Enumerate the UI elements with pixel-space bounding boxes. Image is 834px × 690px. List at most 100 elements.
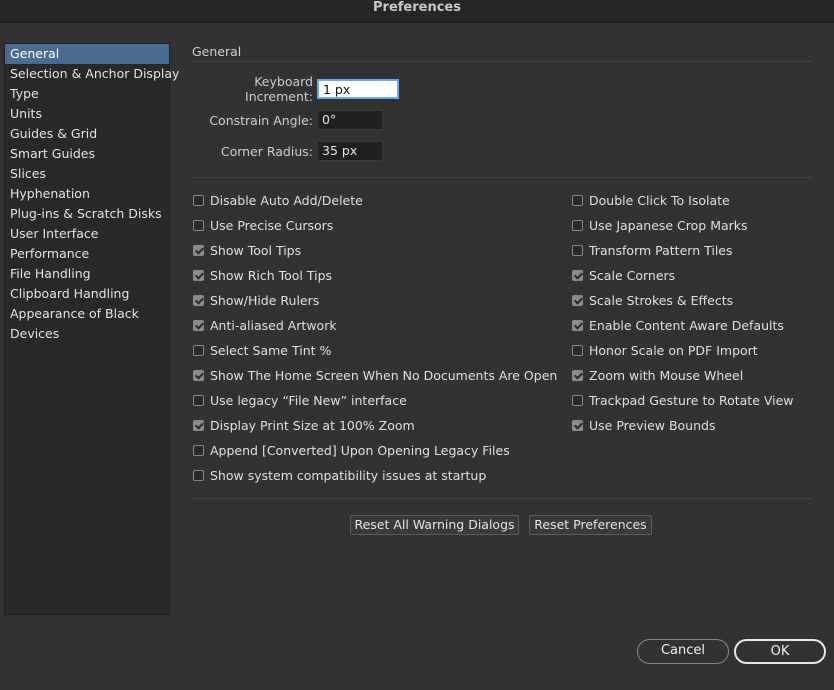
option-trackpad-gesture-to-rotate-view[interactable]: Trackpad Gesture to Rotate View bbox=[572, 391, 794, 409]
checkbox[interactable] bbox=[193, 269, 204, 281]
checkbox[interactable] bbox=[193, 394, 204, 406]
fields-divider bbox=[192, 177, 812, 178]
checkbox[interactable] bbox=[572, 244, 583, 256]
constrain-angle-row: Constrain Angle: 0° bbox=[192, 110, 383, 130]
corner-radius-input[interactable]: 35 px bbox=[317, 141, 383, 161]
sidebar-item-guides-grid[interactable]: Guides & Grid bbox=[5, 124, 169, 144]
option-display-print-size-at-100-zoom[interactable]: Display Print Size at 100% Zoom bbox=[193, 416, 415, 434]
corner-radius-label: Corner Radius: bbox=[220, 143, 313, 159]
sidebar-item-general[interactable]: General bbox=[5, 44, 169, 64]
sidebar-item-units[interactable]: Units bbox=[5, 104, 169, 124]
sidebar-item-clipboard-handling[interactable]: Clipboard Handling bbox=[5, 284, 169, 304]
checkbox[interactable] bbox=[193, 319, 204, 331]
checkbox-label: Anti-aliased Artwork bbox=[210, 317, 337, 333]
sidebar-item-performance[interactable]: Performance bbox=[5, 244, 169, 264]
keyboard-increment-row: Keyboard Increment: 1 px bbox=[192, 74, 399, 104]
sidebar-item-user-interface[interactable]: User Interface bbox=[5, 224, 169, 244]
sidebar-item-slices[interactable]: Slices bbox=[5, 164, 169, 184]
option-show-tool-tips[interactable]: Show Tool Tips bbox=[193, 241, 301, 259]
option-select-same-tint[interactable]: Select Same Tint % bbox=[193, 341, 331, 359]
option-disable-auto-add-delete[interactable]: Disable Auto Add/Delete bbox=[193, 191, 363, 209]
checkbox[interactable] bbox=[572, 294, 583, 306]
checkbox[interactable] bbox=[193, 469, 204, 481]
checkbox[interactable] bbox=[572, 394, 583, 406]
option-use-legacy-file-new-interface[interactable]: Use legacy “File New” interface bbox=[193, 391, 407, 409]
option-show-the-home-screen-when-no-documents-are-open[interactable]: Show The Home Screen When No Documents A… bbox=[193, 366, 557, 384]
section-divider bbox=[192, 61, 812, 62]
checkbox[interactable] bbox=[572, 319, 583, 331]
option-double-click-to-isolate[interactable]: Double Click To Isolate bbox=[572, 191, 730, 209]
checkbox[interactable] bbox=[572, 419, 583, 431]
constrain-angle-label: Constrain Angle: bbox=[209, 112, 313, 128]
option-scale-strokes-effects[interactable]: Scale Strokes & Effects bbox=[572, 291, 733, 309]
checkbox[interactable] bbox=[572, 219, 583, 231]
checkbox[interactable] bbox=[193, 444, 204, 456]
checkbox-label: Disable Auto Add/Delete bbox=[210, 192, 363, 208]
sidebar-item-type[interactable]: Type bbox=[5, 84, 169, 104]
option-scale-corners[interactable]: Scale Corners bbox=[572, 266, 675, 284]
checkbox-label: Use Preview Bounds bbox=[589, 417, 716, 433]
window-title: Preferences bbox=[0, 0, 834, 23]
checkbox-label: Use legacy “File New” interface bbox=[210, 392, 407, 408]
options-divider bbox=[192, 498, 812, 499]
checkbox[interactable] bbox=[572, 344, 583, 356]
checkbox-label: Double Click To Isolate bbox=[589, 192, 730, 208]
checkbox[interactable] bbox=[193, 294, 204, 306]
section-title: General bbox=[192, 44, 242, 59]
checkbox-label: Zoom with Mouse Wheel bbox=[589, 367, 744, 383]
reset-warning-dialogs-button[interactable]: Reset All Warning Dialogs bbox=[350, 515, 519, 535]
checkbox[interactable] bbox=[193, 194, 204, 206]
checkbox-label: Scale Strokes & Effects bbox=[589, 292, 734, 308]
checkbox[interactable] bbox=[572, 269, 583, 281]
checkbox-label: Display Print Size at 100% Zoom bbox=[210, 417, 415, 433]
checkbox-label: Trackpad Gesture to Rotate View bbox=[589, 392, 794, 408]
checkbox-label: Use Japanese Crop Marks bbox=[589, 217, 748, 233]
checkbox-label: Honor Scale on PDF Import bbox=[589, 342, 758, 358]
option-use-precise-cursors[interactable]: Use Precise Cursors bbox=[193, 216, 333, 234]
sidebar-item-hyphenation[interactable]: Hyphenation bbox=[5, 184, 169, 204]
checkbox-label: Append [Converted] Upon Opening Legacy F… bbox=[210, 442, 510, 458]
option-use-preview-bounds[interactable]: Use Preview Bounds bbox=[572, 416, 715, 434]
checkbox[interactable] bbox=[572, 194, 583, 206]
option-show-system-compatibility-issues-at-startup[interactable]: Show system compatibility issues at star… bbox=[193, 466, 486, 484]
option-enable-content-aware-defaults[interactable]: Enable Content Aware Defaults bbox=[572, 316, 784, 334]
cancel-button[interactable]: Cancel bbox=[637, 639, 729, 664]
option-show-hide-rulers[interactable]: Show/Hide Rulers bbox=[193, 291, 319, 309]
checkbox[interactable] bbox=[193, 344, 204, 356]
checkbox-label: Select Same Tint % bbox=[210, 342, 332, 358]
option-anti-aliased-artwork[interactable]: Anti-aliased Artwork bbox=[193, 316, 337, 334]
checkbox-label: Show The Home Screen When No Documents A… bbox=[210, 367, 558, 383]
option-use-japanese-crop-marks[interactable]: Use Japanese Crop Marks bbox=[572, 216, 748, 234]
option-show-rich-tool-tips[interactable]: Show Rich Tool Tips bbox=[193, 266, 332, 284]
constrain-angle-input[interactable]: 0° bbox=[317, 110, 383, 130]
reset-preferences-button[interactable]: Reset Preferences bbox=[529, 515, 652, 535]
corner-radius-row: Corner Radius: 35 px bbox=[192, 141, 383, 161]
checkbox[interactable] bbox=[193, 219, 204, 231]
sidebar-item-smart-guides[interactable]: Smart Guides bbox=[5, 144, 169, 164]
option-transform-pattern-tiles[interactable]: Transform Pattern Tiles bbox=[572, 241, 733, 259]
checkbox[interactable] bbox=[193, 244, 204, 256]
checkbox-label: Transform Pattern Tiles bbox=[589, 242, 733, 258]
checkbox-label: Show Rich Tool Tips bbox=[210, 267, 333, 283]
checkbox[interactable] bbox=[193, 369, 204, 381]
checkbox[interactable] bbox=[572, 369, 583, 381]
checkbox-label: Show Tool Tips bbox=[210, 242, 302, 258]
sidebar-item-file-handling[interactable]: File Handling bbox=[5, 264, 169, 284]
checkbox-label: Use Precise Cursors bbox=[210, 217, 334, 233]
ok-button[interactable]: OK bbox=[734, 639, 826, 664]
checkbox-label: Show/Hide Rulers bbox=[210, 292, 320, 308]
option-append-converted-upon-opening-legacy-files[interactable]: Append [Converted] Upon Opening Legacy F… bbox=[193, 441, 510, 459]
keyboard-increment-input[interactable]: 1 px bbox=[317, 79, 399, 99]
sidebar-item-plug-ins-scratch-disks[interactable]: Plug-ins & Scratch Disks bbox=[5, 204, 169, 224]
sidebar-item-selection-anchor-display[interactable]: Selection & Anchor Display bbox=[5, 64, 179, 84]
checkbox[interactable] bbox=[193, 419, 204, 431]
sidebar-item-appearance-of-black[interactable]: Appearance of Black bbox=[5, 304, 169, 324]
checkbox-label: Show system compatibility issues at star… bbox=[210, 467, 487, 483]
option-zoom-with-mouse-wheel[interactable]: Zoom with Mouse Wheel bbox=[572, 366, 743, 384]
option-honor-scale-on-pdf-import[interactable]: Honor Scale on PDF Import bbox=[572, 341, 758, 359]
keyboard-increment-label: Keyboard Increment: bbox=[245, 74, 313, 104]
sidebar-item-devices[interactable]: Devices bbox=[5, 324, 169, 344]
checkbox-label: Scale Corners bbox=[589, 267, 676, 283]
preferences-sidebar: General Selection & Anchor Display Type Uni… bbox=[4, 43, 179, 615]
checkbox-label: Enable Content Aware Defaults bbox=[589, 317, 784, 333]
